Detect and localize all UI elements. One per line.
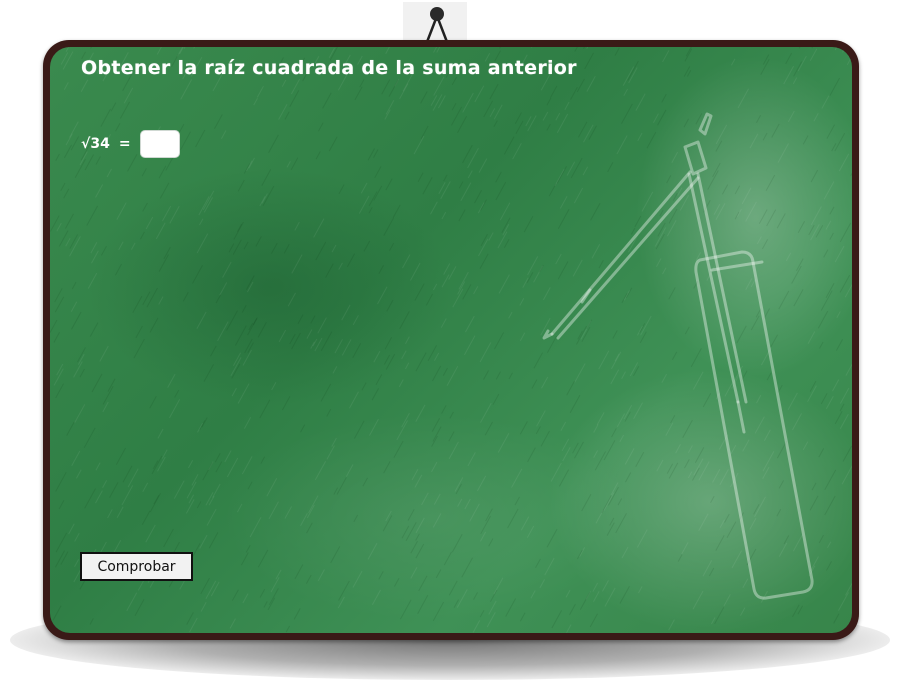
- equation-row: √34 =: [81, 129, 180, 159]
- ruler-and-compass-icon: [542, 112, 814, 600]
- blackboard-scene: Obtener la raíz cuadrada de la suma ante…: [0, 0, 900, 700]
- page-title: Obtener la raíz cuadrada de la suma ante…: [81, 57, 577, 79]
- nail-hanger-icon: [425, 7, 449, 43]
- answer-input[interactable]: [139, 130, 180, 158]
- chalkboard: Obtener la raíz cuadrada de la suma ante…: [50, 47, 852, 633]
- check-button[interactable]: Comprobar: [80, 552, 193, 581]
- equation-expression: √34: [81, 136, 110, 152]
- equals-sign: =: [118, 136, 131, 152]
